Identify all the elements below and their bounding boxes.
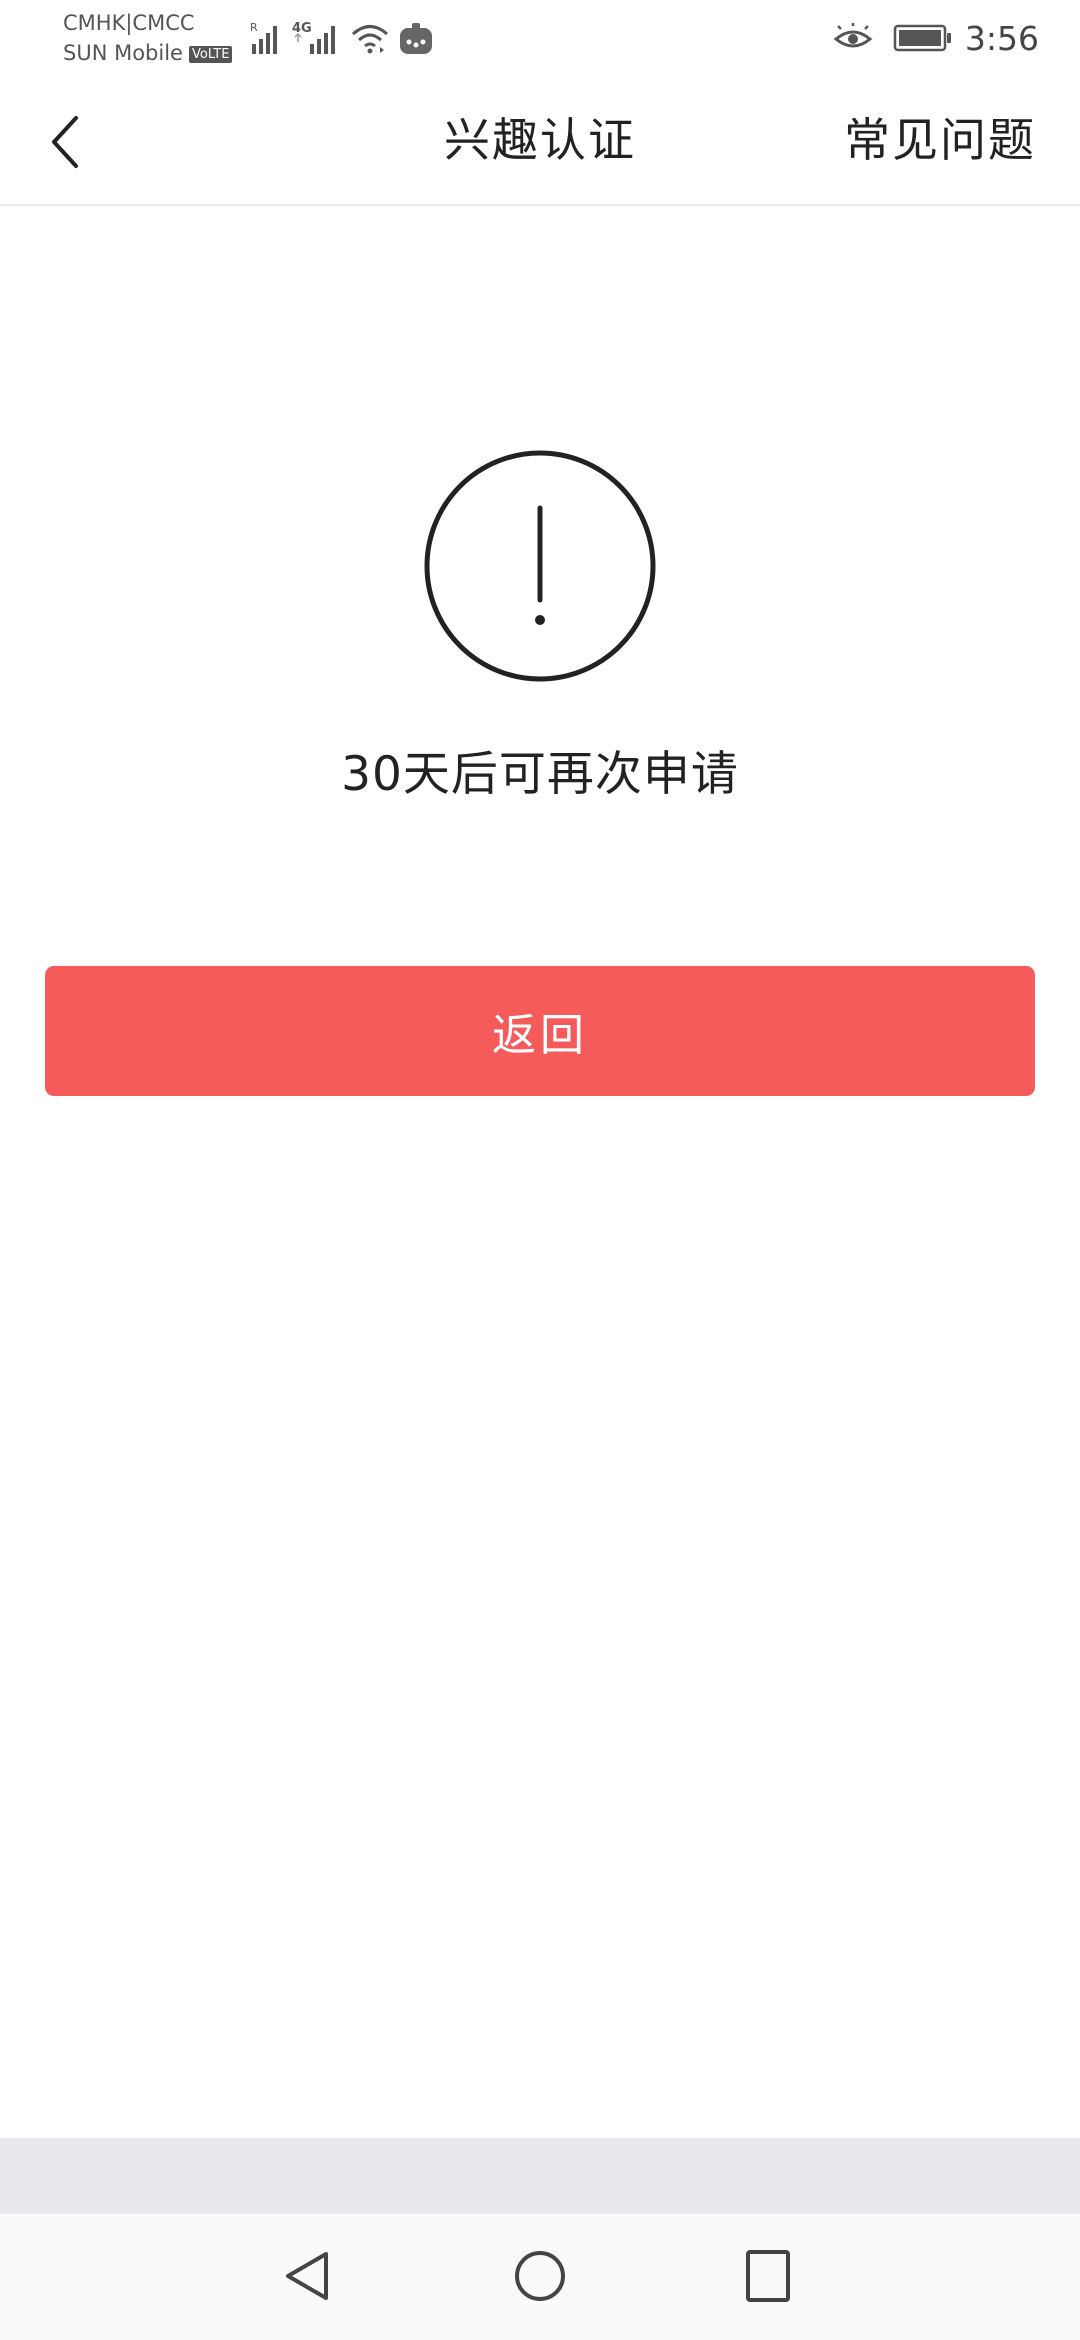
status-icons-left: R 4G — [248, 16, 434, 56]
carrier-line-2: SUN Mobile — [63, 41, 183, 65]
nav-back-button[interactable] — [268, 2236, 348, 2316]
page: CMHK|CMCC SUN Mobile VoLTE R 4G 3:56 兴趣认… — [0, 0, 1080, 2340]
return-button-label: 返回 — [492, 1010, 588, 1061]
carrier-line-1: CMHK|CMCC — [63, 11, 195, 35]
notification-app-icon — [400, 23, 432, 54]
volte-badge: VoLTE — [188, 46, 233, 63]
header: 兴趣认证 常见问题 — [0, 78, 1080, 206]
bottom-strip — [0, 2138, 1080, 2214]
status-time: 3:56 — [964, 18, 1039, 58]
nav-back-icon — [286, 2252, 328, 2300]
wifi-icon — [352, 25, 388, 54]
carrier-info: CMHK|CMCC SUN Mobile VoLTE — [63, 8, 233, 68]
chevron-left-icon — [52, 116, 78, 168]
nav-recent-button[interactable] — [728, 2236, 808, 2316]
nav-recent-icon — [746, 2250, 790, 2302]
status-message: 30天后可再次申请 — [341, 747, 739, 802]
navigation-bar — [0, 2214, 1080, 2340]
exclamation-circle-icon — [424, 450, 656, 682]
battery-icon — [893, 24, 951, 52]
signal-4g-icon: 4G — [292, 21, 335, 54]
faq-link[interactable]: 常见问题 — [844, 104, 1036, 176]
carrier-line-2-wrap: SUN Mobile VoLTE — [63, 38, 233, 68]
signal-icon: R — [250, 21, 277, 54]
back-button[interactable] — [30, 106, 102, 178]
network-type-label: 4G — [292, 21, 312, 36]
roaming-label: R — [250, 21, 258, 34]
status-icons-right: 3:56 — [833, 16, 1080, 60]
return-button[interactable]: 返回 — [45, 966, 1035, 1096]
nav-home-icon — [515, 2251, 565, 2301]
eye-comfort-icon — [833, 23, 873, 48]
page-title: 兴趣认证 — [444, 113, 636, 167]
status-bar: CMHK|CMCC SUN Mobile VoLTE R 4G 3:56 — [0, 0, 1080, 78]
nav-home-button[interactable] — [500, 2236, 580, 2316]
